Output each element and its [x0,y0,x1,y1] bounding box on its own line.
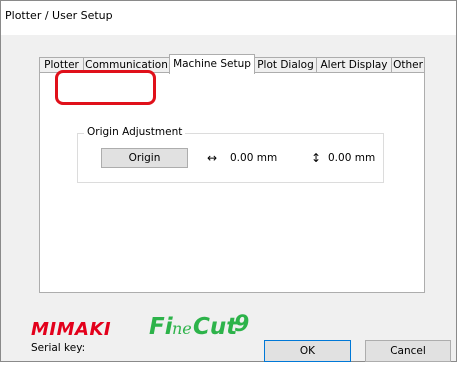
cancel-button[interactable]: Cancel [365,340,451,362]
svg-text:Fi: Fi [149,314,174,339]
vertical-arrow-icon: ↕ [311,151,322,165]
mimaki-logo: MIMAKI [31,319,112,340]
svg-text:ne: ne [172,319,192,338]
window-title: Plotter / User Setup [5,9,113,22]
origin-y-value: 0.00 mm [328,152,376,164]
ok-button[interactable]: OK [264,340,351,362]
tab-machine-setup[interactable]: Machine Setup [169,54,255,74]
tab-other[interactable]: Other [391,57,425,73]
title-bar: Plotter / User Setup [1,1,456,36]
machine-setup-panel: Origin Adjustment Origin ↔ 0.00 mm ↕ 0.0… [39,72,425,293]
tab-communication[interactable]: Communication [83,57,170,73]
svg-text:9: 9 [234,312,249,337]
tab-plotter[interactable]: Plotter [39,57,84,73]
origin-adjustment-label: Origin Adjustment [84,126,186,138]
origin-adjustment-group: Origin Adjustment Origin ↔ 0.00 mm ↕ 0.0… [77,126,384,183]
finecut-logo: Fi ne Cut 9 [149,312,249,339]
svg-text:Cut: Cut [193,314,238,339]
tab-alert-display[interactable]: Alert Display [316,57,392,73]
setup-dialog: Plotter / User Setup Plotter Communicati… [0,0,457,362]
horizontal-arrow-icon: ↔ [207,151,218,165]
serial-key-label: Serial key: [31,342,86,354]
origin-button[interactable]: Origin [101,148,188,168]
origin-x-value: 0.00 mm [230,152,278,164]
tab-plot-dialog[interactable]: Plot Dialog [254,57,317,73]
